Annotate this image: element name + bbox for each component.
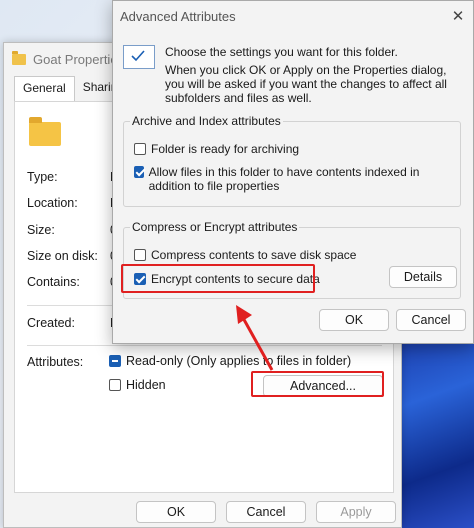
adv-ok-button[interactable]: OK (319, 309, 389, 331)
details-button[interactable]: Details (389, 266, 457, 288)
folder-icon (12, 50, 26, 65)
advanced-titlebar[interactable]: Advanced Attributes ✕ (113, 1, 473, 31)
compress-label: Compress contents to save disk space (151, 248, 357, 262)
advanced-title: Advanced Attributes (120, 8, 236, 24)
encrypt-highlight-box (121, 264, 315, 293)
location-label: Location: (27, 196, 78, 210)
apply-button[interactable]: Apply (316, 501, 396, 523)
archive-label: Folder is ready for archiving (151, 142, 300, 156)
intro-heading: Choose the settings you want for this fo… (165, 45, 398, 59)
type-label: Type: (27, 170, 58, 184)
cancel-button[interactable]: Cancel (226, 501, 306, 523)
close-icon[interactable]: ✕ (445, 3, 471, 29)
properties-footer: OK Cancel Apply (4, 495, 401, 527)
properties-title: Goat Properties (33, 51, 125, 67)
archive-index-group: Archive and Index attributes Folder is r… (123, 114, 461, 207)
archive-checkbox[interactable] (134, 143, 146, 155)
divider (27, 345, 382, 346)
size-label: Size: (27, 223, 55, 237)
index-option[interactable]: Allow files in this folder to have conte… (134, 165, 456, 193)
folder-large-icon (29, 117, 61, 146)
index-checkbox[interactable] (134, 166, 144, 178)
attributes-label: Attributes: (27, 355, 84, 369)
wallpaper-swirl (394, 330, 474, 528)
advanced-highlight-box (251, 371, 384, 397)
adv-cancel-button[interactable]: Cancel (396, 309, 466, 331)
size-on-disk-label: Size on disk: (27, 249, 98, 263)
hidden-label: Hidden (126, 378, 166, 392)
intro-text: When you click OK or Apply on the Proper… (165, 63, 447, 105)
archive-option[interactable]: Folder is ready for archiving (134, 142, 299, 156)
compress-checkbox[interactable] (134, 249, 146, 261)
ok-button[interactable]: OK (136, 501, 216, 523)
archive-group-title: Archive and Index attributes (130, 114, 283, 128)
hidden-option[interactable]: Hidden (109, 378, 166, 392)
readonly-checkbox[interactable] (109, 355, 121, 367)
compress-option[interactable]: Compress contents to save disk space (134, 248, 356, 262)
created-label: Created: (27, 316, 75, 330)
compress-group-title: Compress or Encrypt attributes (130, 220, 300, 234)
contains-label: Contains: (27, 275, 80, 289)
annotation-arrow (236, 305, 274, 371)
checkmark-icon (123, 45, 155, 69)
index-label: Allow files in this folder to have conte… (148, 165, 420, 193)
hidden-checkbox[interactable] (109, 379, 121, 391)
tab-general[interactable]: General (14, 76, 75, 103)
